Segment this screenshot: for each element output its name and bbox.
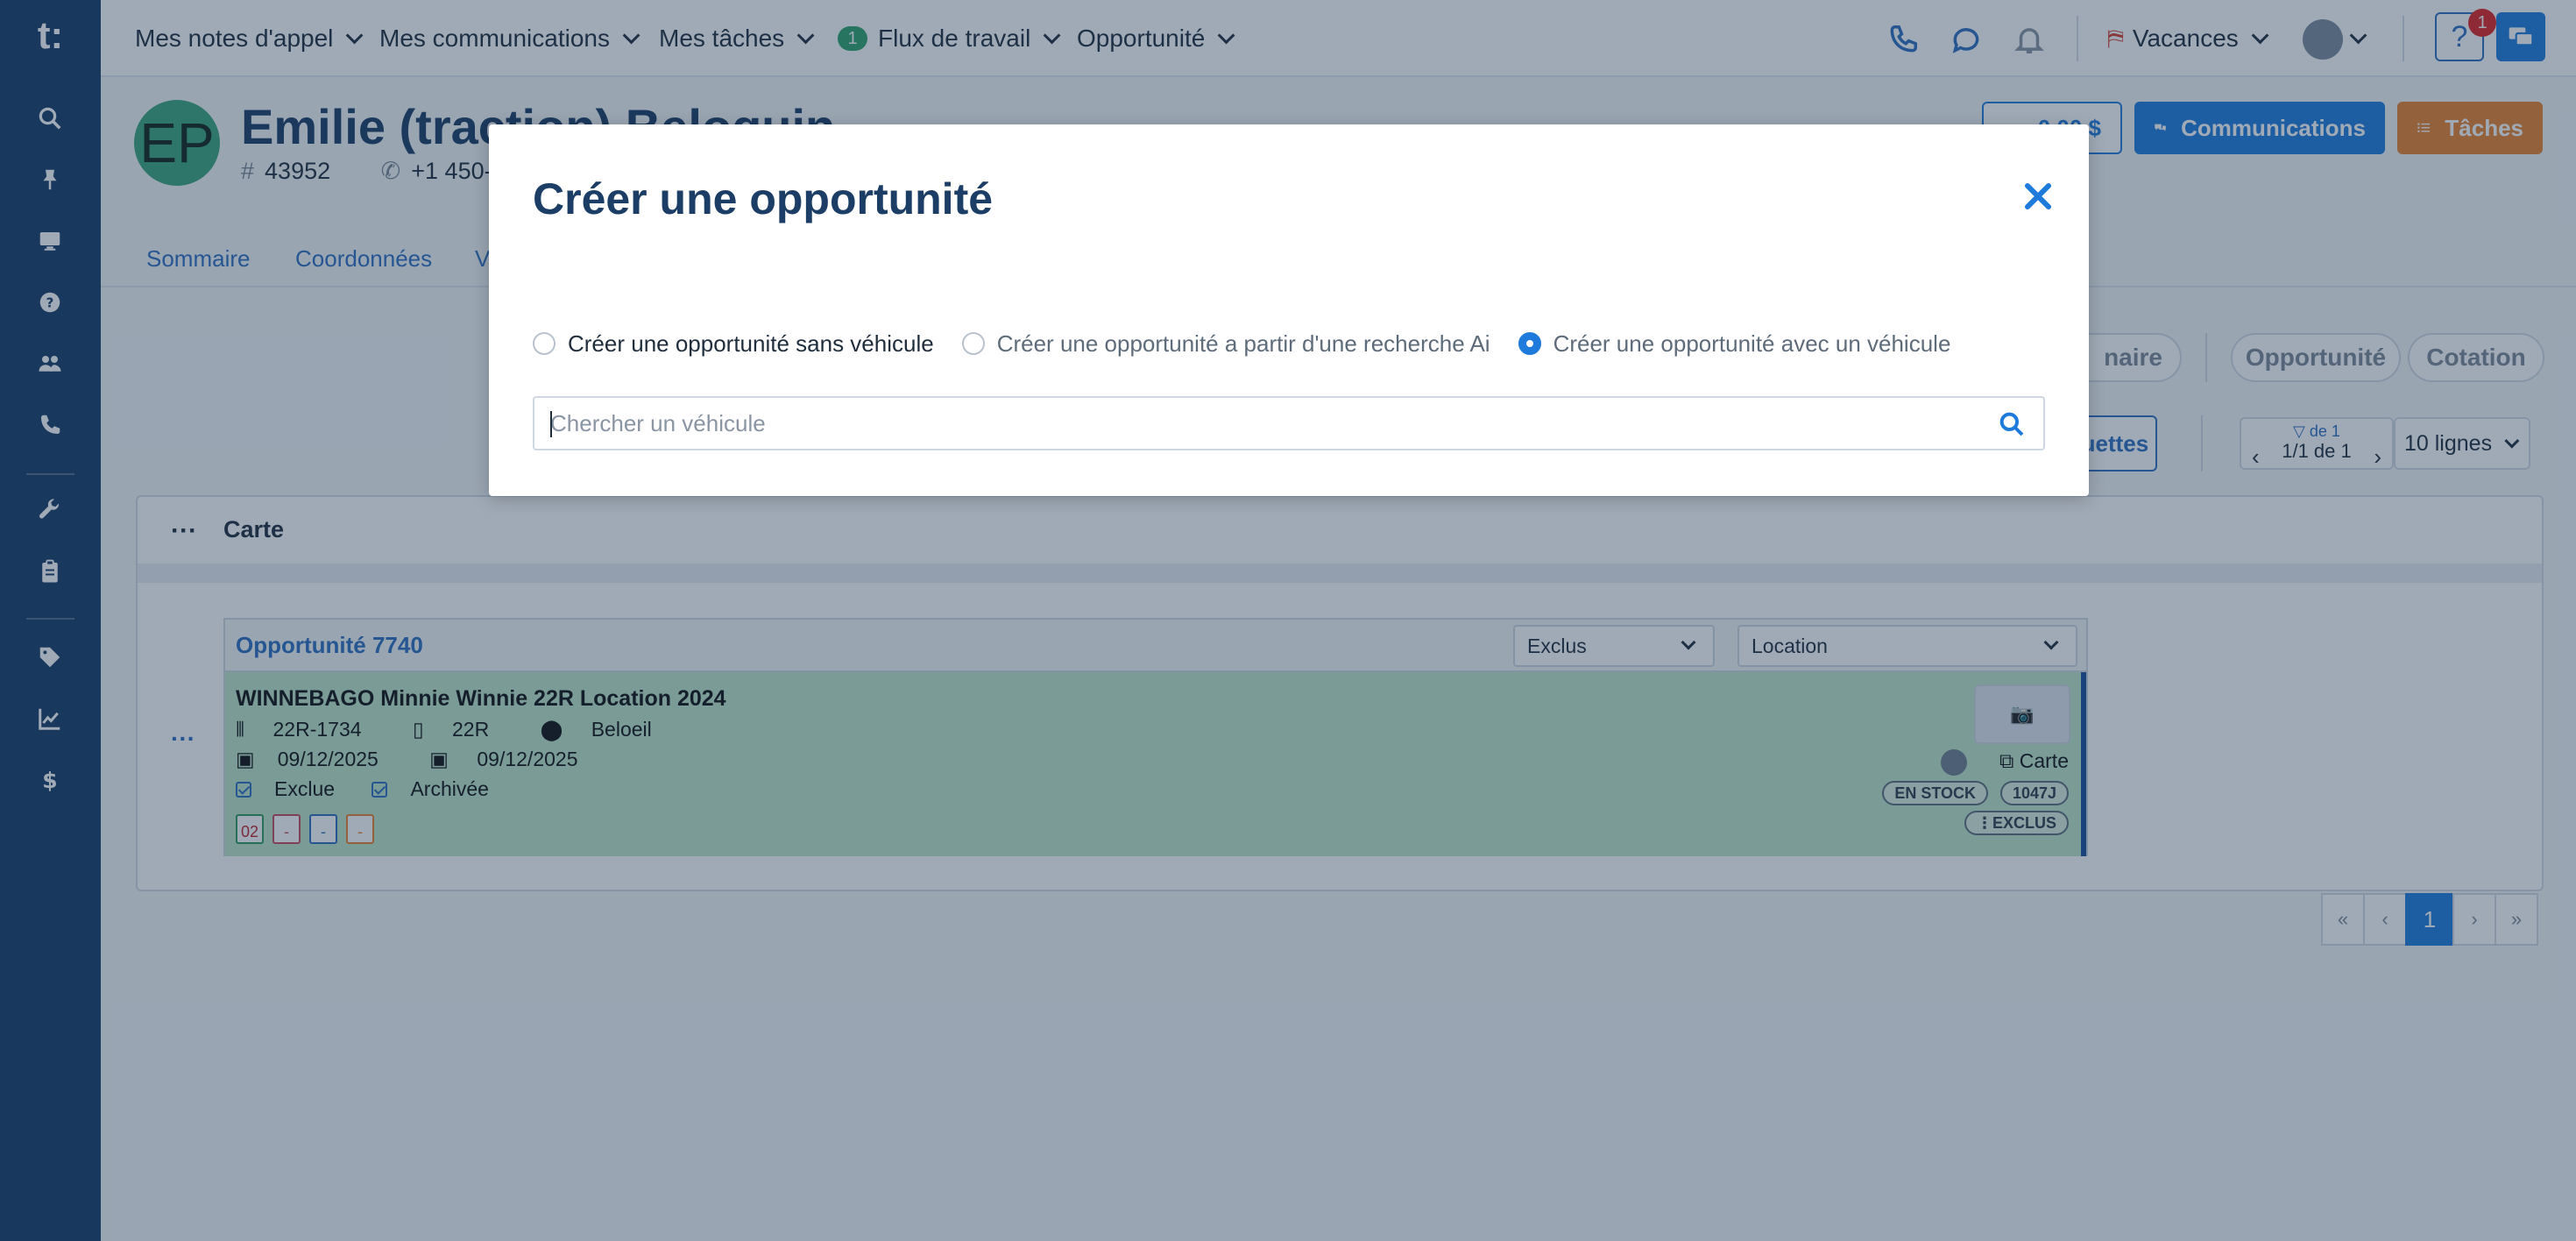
create-opportunity-modal: Créer une opportunité Créer une opportun…	[489, 124, 2089, 496]
radio-button-selected[interactable]	[1518, 332, 1541, 355]
radio-button[interactable]	[533, 332, 556, 355]
vehicle-search-box	[533, 396, 2045, 450]
option-without-vehicle[interactable]: Créer une opportunité sans véhicule	[533, 330, 934, 358]
close-icon[interactable]	[2020, 179, 2056, 214]
radio-button[interactable]	[961, 332, 985, 355]
option-with-vehicle[interactable]: Créer une opportunité avec un véhicule	[1518, 330, 1951, 358]
search-icon[interactable]	[1998, 410, 2026, 438]
creation-mode-options: Créer une opportunité sans véhicule Crée…	[533, 328, 1978, 359]
vehicle-search-input[interactable]	[550, 398, 1978, 449]
option-label: Créer une opportunité a partir d'une rec…	[996, 330, 1490, 357]
option-label: Créer une opportunité avec un véhicule	[1553, 330, 1951, 357]
text-cursor	[550, 411, 552, 437]
option-ai-search[interactable]: Créer une opportunité a partir d'une rec…	[961, 330, 1490, 358]
modal-title: Créer une opportunité	[533, 174, 994, 223]
option-label: Créer une opportunité sans véhicule	[568, 330, 934, 357]
